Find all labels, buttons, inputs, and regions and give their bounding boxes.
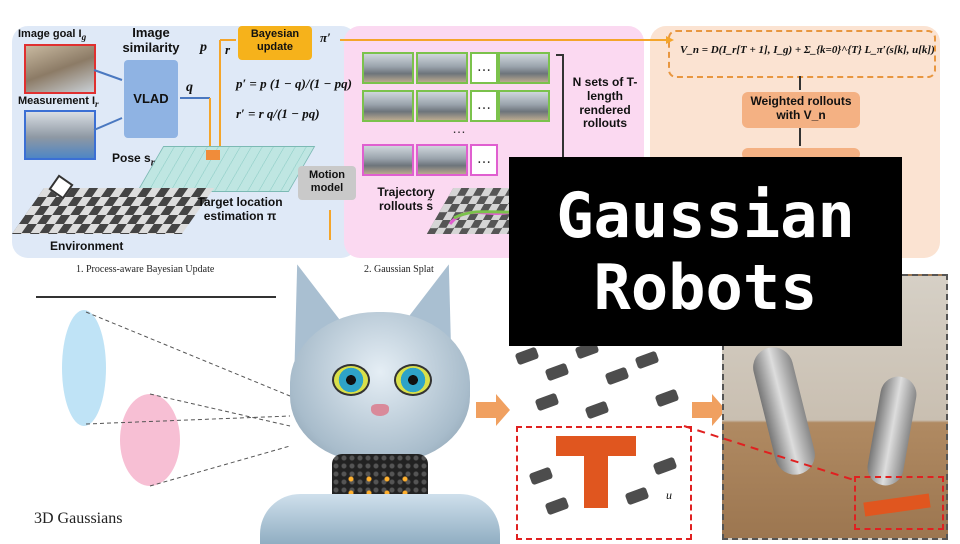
u-label: u (666, 488, 672, 502)
cat-right-eye (394, 364, 432, 396)
gaussians-label: 3D Gaussians (34, 510, 123, 527)
highlight-connector (683, 425, 855, 481)
cat-body-armor (260, 494, 500, 544)
t-block-stem (584, 456, 608, 508)
title-line-2: Robots (593, 250, 818, 324)
cat-nose (371, 404, 389, 416)
t-block-top (556, 436, 636, 456)
t-block-figure: u (506, 330, 696, 540)
title-line-1: Gaussian (556, 179, 855, 253)
title-banner: Gaussian Robots (509, 157, 902, 346)
weighted-rollouts-box: Weighted rollouts with V_n (742, 92, 860, 128)
cat-left-eye (332, 364, 370, 396)
caption-process-aware: 1. Process-aware Bayesian Update (76, 264, 215, 275)
cat-head (290, 312, 470, 462)
